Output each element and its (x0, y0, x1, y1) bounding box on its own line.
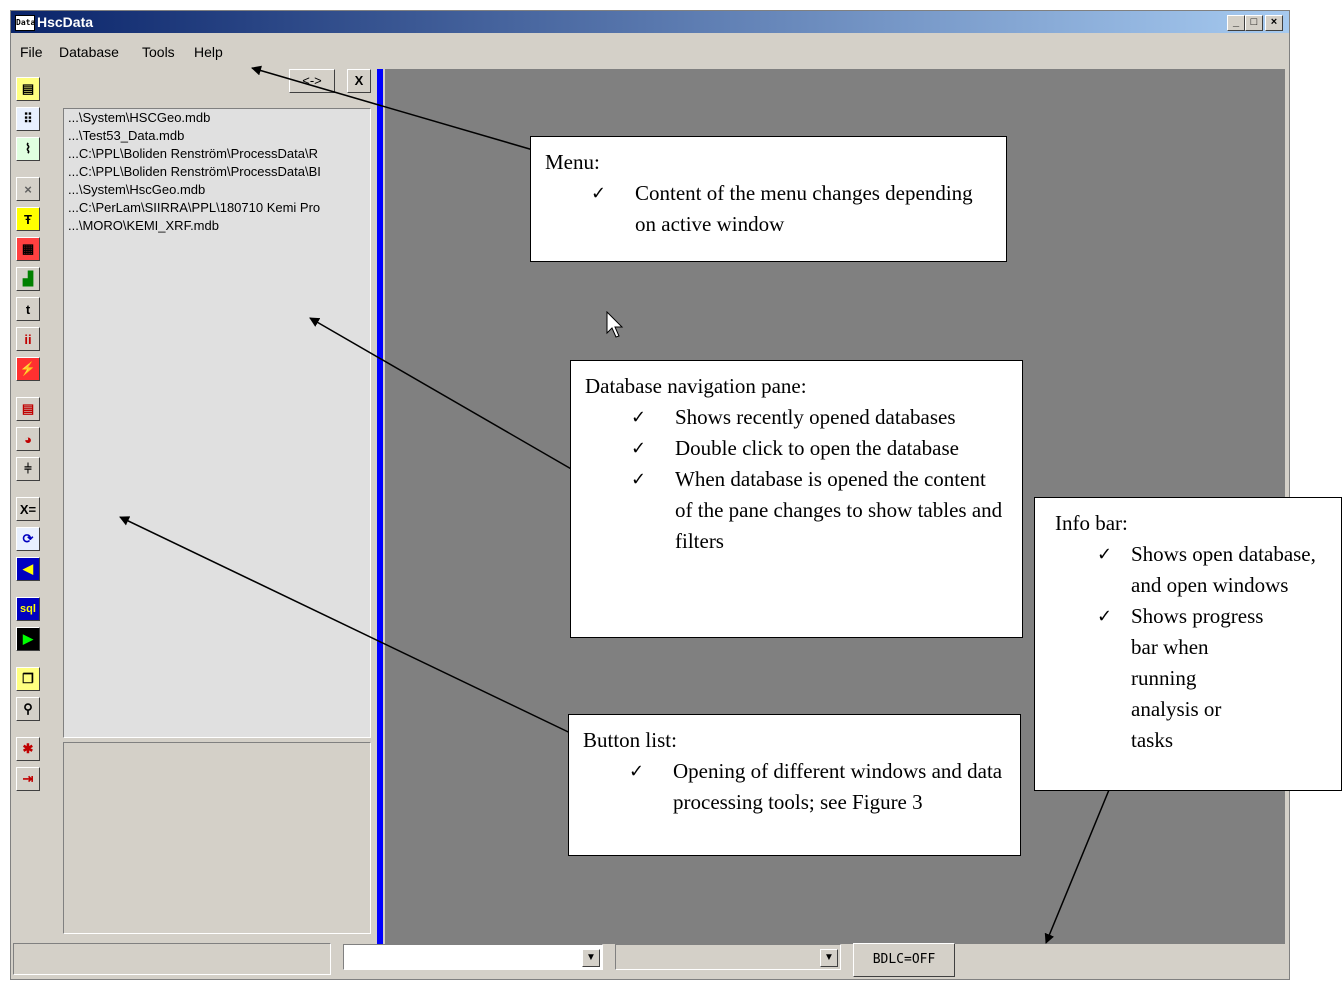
menu-arrow (251, 65, 541, 153)
callout-bullets: Shows recently opened databases Double c… (585, 402, 1008, 557)
callout-bullet: Opening of different windows and data pr… (629, 756, 1006, 818)
callout-bullets: Content of the menu changes depending on… (545, 178, 992, 240)
info-bar-callout: Info bar: Shows open database, and open … (1034, 497, 1342, 791)
callout-title: Database navigation pane: (585, 374, 807, 398)
nav-pane-callout: Database navigation pane: Shows recently… (570, 360, 1023, 638)
callout-bullets: Opening of different windows and data pr… (583, 756, 1006, 818)
menu-callout: Menu: Content of the menu changes depend… (530, 136, 1007, 262)
callout-bullet: Shows recently opened databases (631, 402, 1008, 433)
callout-title: Info bar: (1055, 511, 1128, 535)
callout-title: Button list: (583, 728, 677, 752)
callout-bullet: Content of the menu changes depending on… (591, 178, 992, 240)
callout-bullet: Shows open database, and open windows (1097, 539, 1327, 601)
callout-bullet: When database is opened the content of t… (631, 464, 1008, 557)
button-list-arrow (119, 516, 586, 741)
callout-bullet: Shows progress bar when running analysis… (1097, 601, 1327, 756)
callout-title: Menu: (545, 150, 600, 174)
callout-bullets: Shows open database, and open windows Sh… (1055, 539, 1327, 756)
info-bar-arrow (1044, 767, 1119, 944)
nav-arrow (309, 317, 574, 471)
button-list-callout: Button list: Opening of different window… (568, 714, 1021, 856)
callout-bullet: Double click to open the database (631, 433, 1008, 464)
